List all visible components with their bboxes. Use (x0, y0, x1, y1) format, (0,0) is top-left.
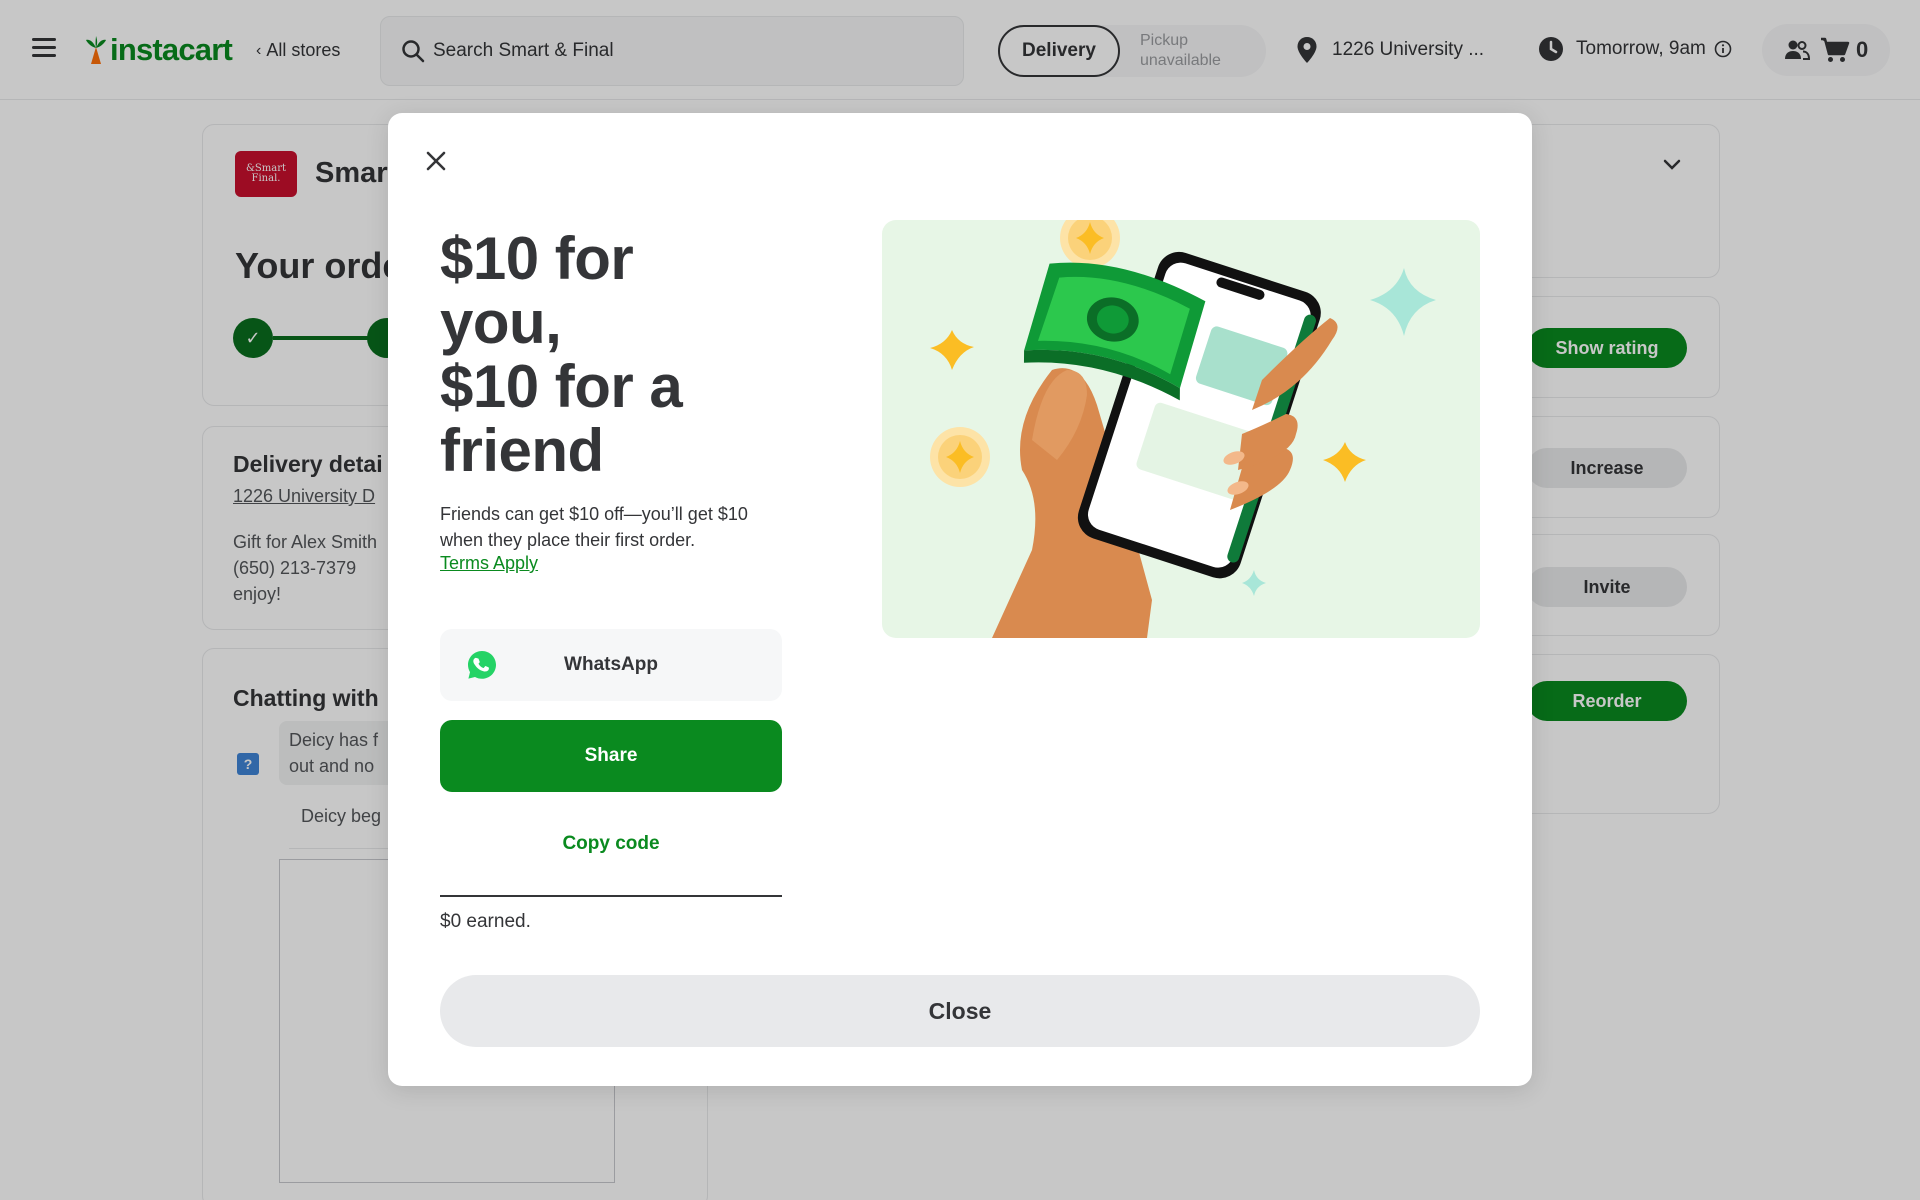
sparkle-icon-teal-large (1370, 268, 1436, 336)
close-icon[interactable] (418, 143, 454, 179)
referral-illustration (882, 220, 1480, 638)
share-button[interactable]: Share (440, 720, 782, 792)
earned-text: $0 earned. (440, 911, 531, 932)
modal-description: Friends can get $10 off—you’ll get $10 w… (440, 504, 748, 550)
sparkle-icon-teal-small (1242, 570, 1266, 596)
whatsapp-share-button[interactable]: WhatsApp (440, 629, 782, 701)
earned-divider (440, 895, 782, 897)
headline-line-2: you, (440, 289, 562, 356)
headline-line-1: $10 for (440, 225, 634, 292)
headline-line-3: $10 for a (440, 353, 683, 420)
referral-modal: $10 for you, $10 for a friend Friends ca… (388, 113, 1532, 1086)
whatsapp-icon (468, 651, 496, 679)
close-button[interactable]: Close (440, 975, 1480, 1047)
sparkle-icon-left (930, 330, 974, 370)
copy-code-button[interactable]: Copy code (440, 833, 782, 855)
sparkle-icon-right (1323, 442, 1366, 482)
terms-apply-link[interactable]: Terms Apply (440, 553, 538, 574)
headline-line-4: friend (440, 417, 604, 484)
modal-headline: $10 for you, $10 for a friend (440, 227, 800, 483)
